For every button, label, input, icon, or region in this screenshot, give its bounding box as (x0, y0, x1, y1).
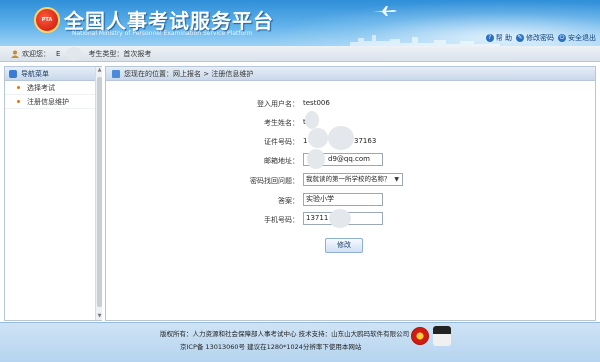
logout-link[interactable]: ⏻ 安全退出 (558, 33, 596, 43)
sidebar-scrollbar[interactable]: ▲ ▼ (95, 67, 102, 320)
sidebar-item-label: 注册信息维护 (27, 97, 69, 106)
logout-label: 安全退出 (568, 34, 596, 42)
question-row: 密码找回问题： 我就读的第一所学校的名称？ ▼ (106, 173, 597, 187)
question-label: 密码找回问题： (250, 177, 299, 185)
footer-copyright: 版权所有：人力资源和社会保障部人事考试中心 技术支持：山东山大鸥玛软件有限公司 (160, 330, 410, 338)
login-label: 登入用户名： (257, 100, 299, 108)
sidebar-item-select-exam[interactable]: 选择考试 (5, 81, 101, 95)
scroll-down-icon[interactable]: ▼ (96, 313, 103, 320)
help-link[interactable]: ? 帮 助 (485, 33, 512, 43)
footer: 版权所有：人力资源和社会保障部人事考试中心 技术支持：山东山大鸥玛软件有限公司 … (0, 322, 600, 362)
emblem-icon (411, 327, 429, 345)
help-label: 帮 助 (495, 34, 512, 42)
id-value-prefix: 1 (303, 137, 308, 145)
question-value: 我就读的第一所学校的名称？ (306, 175, 391, 183)
bullet-icon (17, 100, 20, 103)
sidebar-item-registration-info[interactable]: 注册信息维护 (5, 95, 101, 109)
logout-icon: ⏻ (558, 34, 566, 42)
change-password-label: 修改密码 (526, 34, 554, 42)
id-label: 证件号码： (264, 138, 299, 146)
chevron-down-icon: ▼ (394, 176, 399, 183)
username-text: E (56, 49, 61, 58)
sidebar-item-label: 选择考试 (27, 83, 55, 92)
logo-text: PTA (41, 17, 53, 23)
login-value: test006 (303, 99, 330, 107)
user-bar: 欢迎您： E 考生类型：首次报考 (0, 46, 600, 62)
home-icon (112, 69, 120, 78)
breadcrumb: 您现在的位置：网上报名 > 注册信息维护 (106, 67, 595, 81)
main-panel: 您现在的位置：网上报名 > 注册信息维护 登入用户名： test006 考生姓名… (105, 66, 596, 321)
scroll-up-icon[interactable]: ▲ (96, 67, 103, 74)
redacted-name (305, 111, 319, 129)
site-subtitle: National Ministry of Personnel Examinati… (72, 30, 253, 37)
id-value-suffix: 37163 (354, 137, 377, 145)
redacted-id-1 (308, 128, 328, 148)
sidebar: 导航菜单 选择考试 注册信息维护 ▲ ▼ (4, 66, 102, 321)
redacted-email (307, 149, 325, 169)
sidebar-header: 导航菜单 (5, 67, 101, 81)
footer-icp: 京ICP备 13013060号 建议在1280*1024分辨率下使用本网站 (180, 343, 362, 351)
name-label: 考生姓名： (264, 119, 299, 127)
redacted-phone (329, 209, 351, 228)
candidate-type: 考生类型：首次报考 (88, 49, 152, 58)
menu-icon (9, 69, 17, 78)
redacted-username (66, 46, 83, 61)
site-header: PTA 全国人事考试服务平台 National Ministry of Pers… (0, 0, 600, 46)
email-row: 邮箱地址： d9@qq.com (106, 149, 597, 169)
name-row: 考生姓名： t (106, 111, 597, 129)
submit-button[interactable]: 修改 (325, 238, 363, 253)
help-icon: ? (485, 34, 494, 42)
police-badge-icon (433, 326, 451, 346)
answer-row: 答案： 实验小学 (106, 193, 597, 207)
redacted-id-2 (328, 126, 354, 150)
top-links: ? 帮 助 ✎ 修改密码 ⏻ 安全退出 (485, 33, 596, 43)
id-row: 证件号码： 1 37163 (106, 126, 597, 150)
page: PTA 全国人事考试服务平台 National Ministry of Pers… (0, 0, 600, 362)
phone-label: 手机号码： (264, 216, 299, 224)
airplane-icon (373, 6, 397, 16)
key-icon: ✎ (516, 34, 524, 42)
skyline-graphic (350, 35, 500, 46)
scroll-thumb[interactable] (97, 77, 102, 307)
bullet-icon (17, 86, 20, 89)
user-icon (11, 50, 19, 58)
email-label: 邮箱地址： (264, 157, 299, 165)
answer-label: 答案： (278, 197, 299, 205)
welcome-text: 欢迎您： (22, 49, 50, 58)
login-row: 登入用户名： test006 (106, 96, 597, 110)
phone-row: 手机号码： 13711 (106, 209, 597, 228)
change-password-link[interactable]: ✎ 修改密码 (516, 33, 554, 43)
sidebar-title: 导航菜单 (21, 69, 49, 78)
logo-icon: PTA (34, 7, 60, 33)
answer-field[interactable]: 实验小学 (303, 193, 383, 206)
question-select[interactable]: 我就读的第一所学校的名称？ ▼ (303, 173, 403, 186)
breadcrumb-text: 您现在的位置：网上报名 > 注册信息维护 (124, 69, 254, 78)
